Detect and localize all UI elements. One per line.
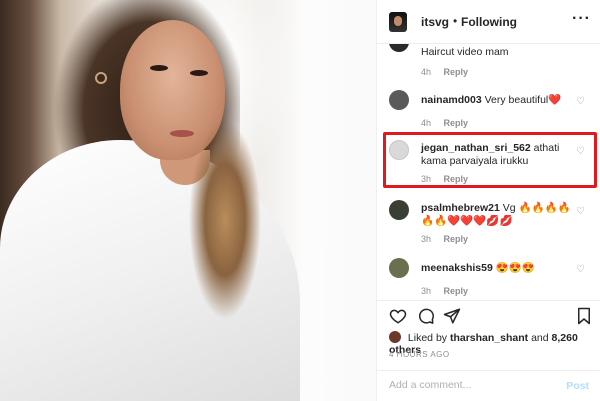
heart-outline-icon[interactable] [389,307,407,325]
eye-right [190,70,208,76]
comment-time: 4h [421,67,432,77]
bookmark-icon[interactable] [575,307,593,325]
comment-meta: 3h Reply [421,234,478,244]
earring [95,72,107,84]
like-comment-icon[interactable]: ♡ [576,264,585,275]
header-separator: • [453,14,458,28]
reply-button[interactable]: Reply [444,118,469,128]
more-horizontal-icon[interactable]: ··· [572,10,591,28]
post-timestamp[interactable]: 4 HOURS AGO [389,350,450,359]
comment-text: psalmhebrew21 Vg 🔥🔥🔥🔥🔥🔥❤️❤️❤️💋💋 [421,202,571,227]
add-comment-bar: Post [377,370,600,401]
liked-user[interactable]: tharshan_shant [450,332,528,344]
liked-connector: and [531,332,549,344]
comment-text: meenakshis59 😍😍😍 [421,262,535,274]
comment-text: Haircut video mam [421,46,509,58]
comment-username[interactable]: meenakshis59 [421,262,493,274]
action-bar [377,300,600,330]
avatar[interactable] [389,331,401,343]
comment-username[interactable]: psalmhebrew21 [421,202,500,214]
like-comment-icon[interactable]: ♡ [576,206,585,217]
post-button[interactable]: Post [566,380,589,392]
post-photo[interactable] [0,0,376,401]
comment-input[interactable] [389,379,549,391]
comment-meta: 4h Reply [421,67,478,77]
comment-time: 3h [421,286,432,296]
comment-icon[interactable] [417,307,435,325]
comment-meta: 4h Reply [421,118,478,128]
highlight-box [383,132,597,188]
liked-prefix: Liked by [407,332,448,344]
reply-button[interactable]: Reply [444,234,469,244]
like-comment-icon[interactable]: ♡ [576,96,585,107]
profile-avatar[interactable] [389,12,407,32]
hair-strand [180,120,270,320]
post-header: itsvg • Following ··· [377,0,600,44]
avatar[interactable] [389,258,409,278]
comment-text: nainamd003 Very beautiful❤️ [421,94,562,106]
header-username[interactable]: itsvg [421,15,449,29]
comment-time: 4h [421,118,432,128]
avatar[interactable] [389,44,409,52]
avatar[interactable] [389,90,409,110]
post-sidebar: itsvg • Following ··· Haircut video mam … [376,0,600,401]
comments-list[interactable]: Haircut video mam 4h Reply nainamd003 Ve… [377,44,600,326]
reply-button[interactable]: Reply [444,286,469,296]
lips [170,130,194,137]
comment-time: 3h [421,234,432,244]
eye-left [150,65,168,71]
comment-username[interactable]: nainamd003 [421,94,482,106]
following-button[interactable]: Following [461,15,517,29]
avatar[interactable] [389,200,409,220]
comment-meta: 3h Reply [421,286,478,296]
send-icon[interactable] [443,307,461,325]
reply-button[interactable]: Reply [444,67,469,77]
